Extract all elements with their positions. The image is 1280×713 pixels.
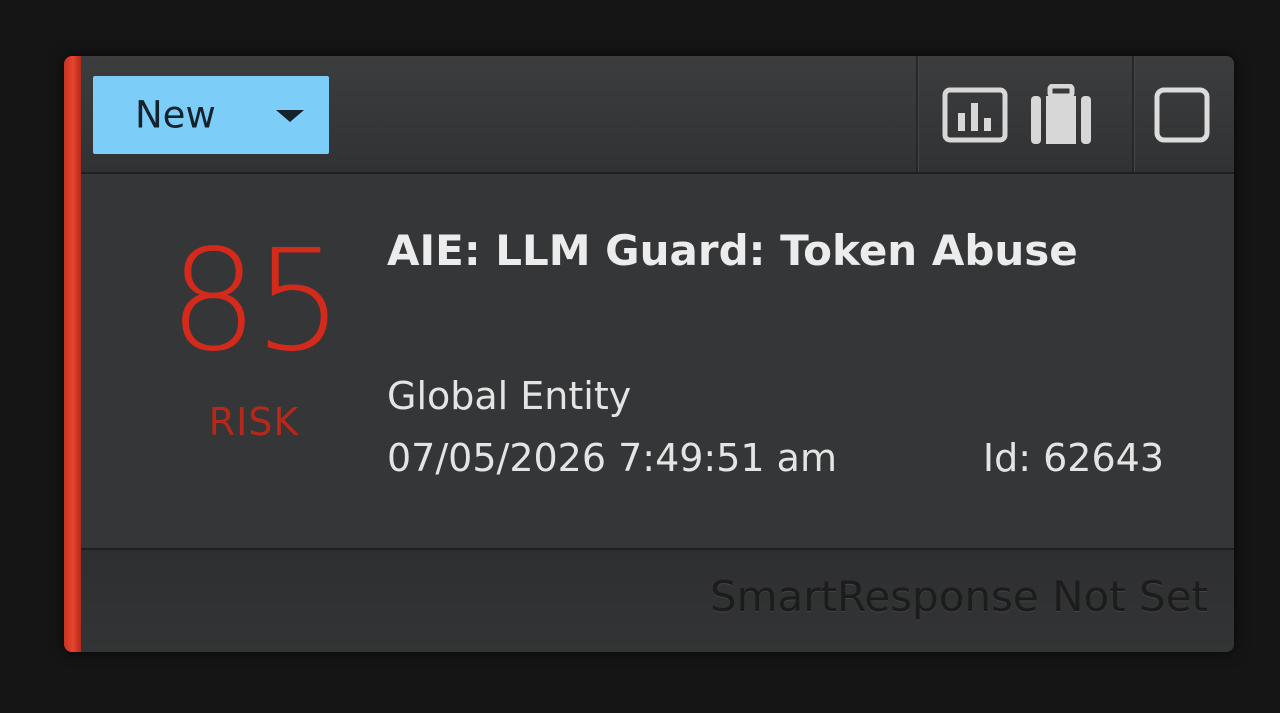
- briefcase-icon[interactable]: [1029, 84, 1093, 146]
- risk-score: 85: [168, 220, 343, 383]
- entity-name: Global Entity: [387, 374, 632, 418]
- card-body: 85 RISK AIE: LLM Guard: Token Abuse Glob…: [81, 174, 1234, 548]
- checkbox-icon[interactable]: [1154, 87, 1210, 143]
- smart-response-status: SmartResponse Not Set: [709, 572, 1208, 621]
- chevron-down-icon: [276, 110, 304, 122]
- toolbar-divider: [916, 56, 918, 172]
- alarm-card[interactable]: New 85 RISK AIE: LLM Guard: Token Abuse …: [64, 56, 1234, 652]
- risk-accent-bar: [64, 56, 81, 652]
- risk-label: RISK: [208, 400, 300, 444]
- alarm-datetime: 07/05/2026 7:49:51 am: [387, 436, 837, 480]
- status-label: New: [135, 93, 216, 137]
- card-footer: SmartResponse Not Set: [81, 548, 1234, 652]
- alarm-id: Id: 62643: [982, 436, 1164, 480]
- bar-chart-icon[interactable]: [942, 87, 1008, 143]
- card-toolbar: New: [81, 56, 1234, 174]
- toolbar-divider: [1132, 56, 1134, 172]
- status-dropdown-button[interactable]: New: [93, 76, 329, 154]
- alarm-title[interactable]: AIE: LLM Guard: Token Abuse: [387, 226, 1078, 275]
